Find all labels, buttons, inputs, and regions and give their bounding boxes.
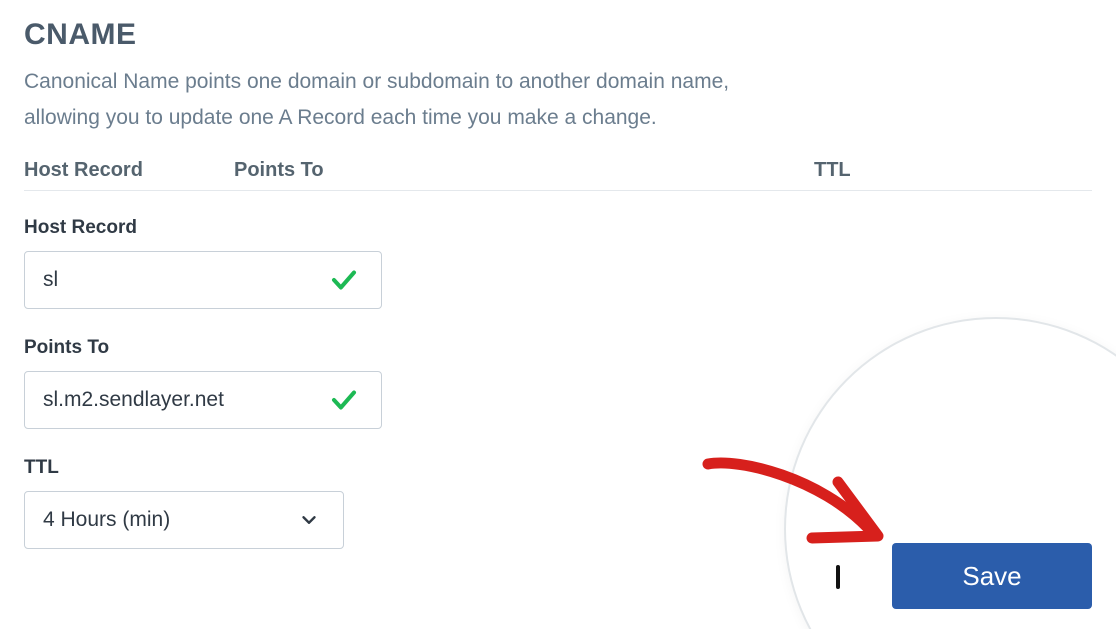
section-description: Canonical Name points one domain or subd…: [24, 64, 784, 135]
field-host-record: Host Record: [24, 217, 1092, 309]
points-to-input-wrap[interactable]: [24, 371, 382, 429]
chevron-down-icon: [297, 508, 321, 532]
host-record-input-wrap[interactable]: [24, 251, 382, 309]
checkmark-icon: [329, 265, 359, 295]
decorative-peek: [836, 565, 840, 589]
checkmark-icon: [329, 385, 359, 415]
column-headers: Host Record Points To TTL: [24, 159, 1092, 191]
host-record-input[interactable]: [43, 268, 363, 292]
column-ttl: TTL: [814, 159, 851, 181]
host-record-label: Host Record: [24, 217, 1092, 239]
points-to-input[interactable]: [43, 388, 363, 412]
save-button[interactable]: Save: [892, 543, 1092, 609]
section-title: CNAME: [24, 18, 1092, 52]
ttl-selected-value: 4 Hours (min): [43, 508, 170, 532]
column-host-record: Host Record: [24, 159, 143, 181]
column-points-to: Points To: [234, 159, 324, 181]
ttl-select[interactable]: 4 Hours (min): [24, 491, 344, 549]
